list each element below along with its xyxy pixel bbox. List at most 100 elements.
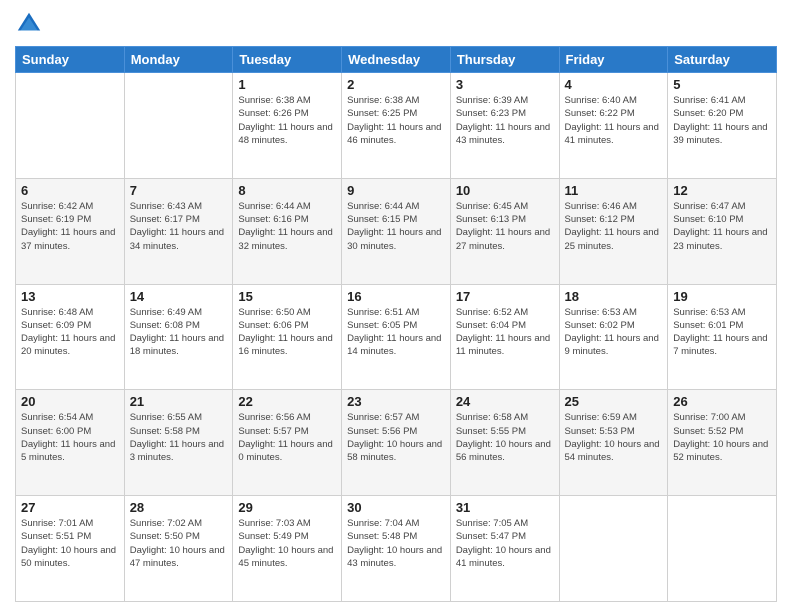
day-number: 5 [673, 77, 771, 92]
calendar-cell: 3 Sunrise: 6:39 AM Sunset: 6:23 PM Daylig… [450, 73, 559, 179]
day-detail: Sunrise: 6:49 AM Sunset: 6:08 PM Dayligh… [130, 306, 228, 359]
day-detail: Sunrise: 6:50 AM Sunset: 6:06 PM Dayligh… [238, 306, 336, 359]
day-detail: Sunrise: 7:03 AM Sunset: 5:49 PM Dayligh… [238, 517, 336, 570]
day-detail: Sunrise: 6:59 AM Sunset: 5:53 PM Dayligh… [565, 411, 663, 464]
calendar-cell: 18 Sunrise: 6:53 AM Sunset: 6:02 PM Dayli… [559, 284, 668, 390]
calendar-cell: 19Sunrise: 6:53 AM Sunset: 6:01 PM Dayli… [668, 284, 777, 390]
day-number: 24 [456, 394, 554, 409]
calendar-cell: 21 Sunrise: 6:55 AM Sunset: 5:58 PM Dayli… [124, 390, 233, 496]
day-detail: Sunrise: 6:51 AM Sunset: 6:05 PM Dayligh… [347, 306, 445, 359]
day-number: 9 [347, 183, 445, 198]
calendar-cell: 16 Sunrise: 6:51 AM Sunset: 6:05 PM Dayli… [342, 284, 451, 390]
day-number: 26 [673, 394, 771, 409]
day-detail: Sunrise: 7:05 AM Sunset: 5:47 PM Dayligh… [456, 517, 554, 570]
calendar-cell: 11Sunrise: 6:46 AM Sunset: 6:12 PM Dayli… [559, 178, 668, 284]
day-detail: Sunrise: 6:44 AM Sunset: 6:15 PM Dayligh… [347, 200, 445, 253]
day-number: 28 [130, 500, 228, 515]
calendar-cell: 29 Sunrise: 7:03 AM Sunset: 5:49 PM Dayli… [233, 496, 342, 602]
day-number: 17 [456, 289, 554, 304]
calendar-cell: 14 Sunrise: 6:49 AM Sunset: 6:08 PM Dayli… [124, 284, 233, 390]
day-number: 15 [238, 289, 336, 304]
day-number: 1 [238, 77, 336, 92]
calendar-cell [559, 496, 668, 602]
calendar-cell: 7Sunrise: 6:43 AM Sunset: 6:17 PM Daylig… [124, 178, 233, 284]
day-detail: Sunrise: 6:54 AM Sunset: 6:00 PM Dayligh… [21, 411, 119, 464]
calendar-cell: 1 Sunrise: 6:38 AM Sunset: 6:26 PM Daylig… [233, 73, 342, 179]
day-number: 25 [565, 394, 663, 409]
day-number: 3 [456, 77, 554, 92]
calendar-cell [16, 73, 125, 179]
calendar-week-row: 6 Sunrise: 6:42 AM Sunset: 6:19 PM Daylig… [16, 178, 777, 284]
day-number: 31 [456, 500, 554, 515]
calendar-week-row: 27 Sunrise: 7:01 AM Sunset: 5:51 PM Dayli… [16, 496, 777, 602]
day-detail: Sunrise: 6:39 AM Sunset: 6:23 PM Dayligh… [456, 94, 554, 147]
day-detail: Sunrise: 6:56 AM Sunset: 5:57 PM Dayligh… [238, 411, 336, 464]
day-number: 4 [565, 77, 663, 92]
calendar-cell: 4 Sunrise: 6:40 AM Sunset: 6:22 PM Daylig… [559, 73, 668, 179]
day-number: 16 [347, 289, 445, 304]
day-detail: Sunrise: 6:44 AM Sunset: 6:16 PM Dayligh… [238, 200, 336, 253]
header [15, 10, 777, 38]
day-detail: Sunrise: 6:38 AM Sunset: 6:26 PM Dayligh… [238, 94, 336, 147]
day-number: 2 [347, 77, 445, 92]
calendar-cell: 25 Sunrise: 6:59 AM Sunset: 5:53 PM Dayli… [559, 390, 668, 496]
day-header-thursday: Thursday [450, 47, 559, 73]
calendar-cell: 30 Sunrise: 7:04 AM Sunset: 5:48 PM Dayli… [342, 496, 451, 602]
day-detail: Sunrise: 6:53 AM Sunset: 6:02 PM Dayligh… [565, 306, 663, 359]
calendar-cell [124, 73, 233, 179]
day-detail: Sunrise: 6:45 AM Sunset: 6:13 PM Dayligh… [456, 200, 554, 253]
day-detail: Sunrise: 6:55 AM Sunset: 5:58 PM Dayligh… [130, 411, 228, 464]
day-number: 21 [130, 394, 228, 409]
day-detail: Sunrise: 6:38 AM Sunset: 6:25 PM Dayligh… [347, 94, 445, 147]
day-number: 11 [565, 183, 663, 198]
logo [15, 10, 47, 38]
calendar-cell [668, 496, 777, 602]
day-number: 14 [130, 289, 228, 304]
day-number: 20 [21, 394, 119, 409]
calendar-cell: 27 Sunrise: 7:01 AM Sunset: 5:51 PM Dayli… [16, 496, 125, 602]
day-number: 27 [21, 500, 119, 515]
calendar-cell: 8 Sunrise: 6:44 AM Sunset: 6:16 PM Daylig… [233, 178, 342, 284]
day-detail: Sunrise: 6:42 AM Sunset: 6:19 PM Dayligh… [21, 200, 119, 253]
day-header-wednesday: Wednesday [342, 47, 451, 73]
logo-icon [15, 10, 43, 38]
calendar-cell: 17 Sunrise: 6:52 AM Sunset: 6:04 PM Dayli… [450, 284, 559, 390]
day-number: 12 [673, 183, 771, 198]
calendar-cell: 28 Sunrise: 7:02 AM Sunset: 5:50 PM Dayli… [124, 496, 233, 602]
day-header-saturday: Saturday [668, 47, 777, 73]
day-detail: Sunrise: 6:41 AM Sunset: 6:20 PM Dayligh… [673, 94, 771, 147]
day-number: 8 [238, 183, 336, 198]
day-detail: Sunrise: 7:04 AM Sunset: 5:48 PM Dayligh… [347, 517, 445, 570]
day-header-sunday: Sunday [16, 47, 125, 73]
calendar-cell: 12 Sunrise: 6:47 AM Sunset: 6:10 PM Dayli… [668, 178, 777, 284]
day-header-tuesday: Tuesday [233, 47, 342, 73]
day-detail: Sunrise: 7:01 AM Sunset: 5:51 PM Dayligh… [21, 517, 119, 570]
day-number: 10 [456, 183, 554, 198]
page: SundayMondayTuesdayWednesdayThursdayFrid… [0, 0, 792, 612]
day-header-friday: Friday [559, 47, 668, 73]
calendar-cell: 5 Sunrise: 6:41 AM Sunset: 6:20 PM Daylig… [668, 73, 777, 179]
calendar-cell: 24 Sunrise: 6:58 AM Sunset: 5:55 PM Dayli… [450, 390, 559, 496]
day-number: 22 [238, 394, 336, 409]
day-number: 30 [347, 500, 445, 515]
day-detail: Sunrise: 6:47 AM Sunset: 6:10 PM Dayligh… [673, 200, 771, 253]
day-number: 18 [565, 289, 663, 304]
day-detail: Sunrise: 7:00 AM Sunset: 5:52 PM Dayligh… [673, 411, 771, 464]
day-number: 19 [673, 289, 771, 304]
day-detail: Sunrise: 7:02 AM Sunset: 5:50 PM Dayligh… [130, 517, 228, 570]
calendar-cell: 31 Sunrise: 7:05 AM Sunset: 5:47 PM Dayli… [450, 496, 559, 602]
calendar-cell: 15 Sunrise: 6:50 AM Sunset: 6:06 PM Dayli… [233, 284, 342, 390]
day-detail: Sunrise: 6:58 AM Sunset: 5:55 PM Dayligh… [456, 411, 554, 464]
calendar-week-row: 1 Sunrise: 6:38 AM Sunset: 6:26 PM Daylig… [16, 73, 777, 179]
calendar-cell: 23Sunrise: 6:57 AM Sunset: 5:56 PM Dayli… [342, 390, 451, 496]
day-number: 7 [130, 183, 228, 198]
calendar-cell: 10 Sunrise: 6:45 AM Sunset: 6:13 PM Dayli… [450, 178, 559, 284]
calendar-cell: 20 Sunrise: 6:54 AM Sunset: 6:00 PM Dayli… [16, 390, 125, 496]
day-number: 6 [21, 183, 119, 198]
calendar-cell: 2 Sunrise: 6:38 AM Sunset: 6:25 PM Daylig… [342, 73, 451, 179]
calendar-cell: 26 Sunrise: 7:00 AM Sunset: 5:52 PM Dayli… [668, 390, 777, 496]
day-number: 29 [238, 500, 336, 515]
day-detail: Sunrise: 6:40 AM Sunset: 6:22 PM Dayligh… [565, 94, 663, 147]
calendar-header-row: SundayMondayTuesdayWednesdayThursdayFrid… [16, 47, 777, 73]
day-detail: Sunrise: 6:52 AM Sunset: 6:04 PM Dayligh… [456, 306, 554, 359]
